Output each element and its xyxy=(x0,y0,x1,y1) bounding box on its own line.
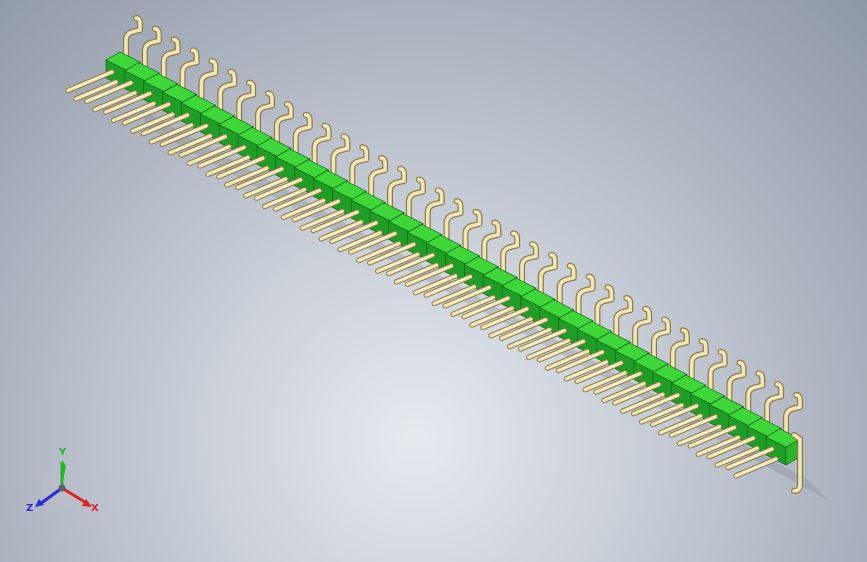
graphics-viewport[interactable]: Y X Z xyxy=(0,0,867,562)
z-axis-label: Z xyxy=(26,503,34,514)
pin-highlight xyxy=(741,461,771,474)
x-axis-label: X xyxy=(91,503,99,514)
pin-header-model[interactable] xyxy=(0,0,867,562)
y-axis-label: Y xyxy=(59,447,67,458)
orientation-triad[interactable]: Y X Z xyxy=(22,446,102,526)
